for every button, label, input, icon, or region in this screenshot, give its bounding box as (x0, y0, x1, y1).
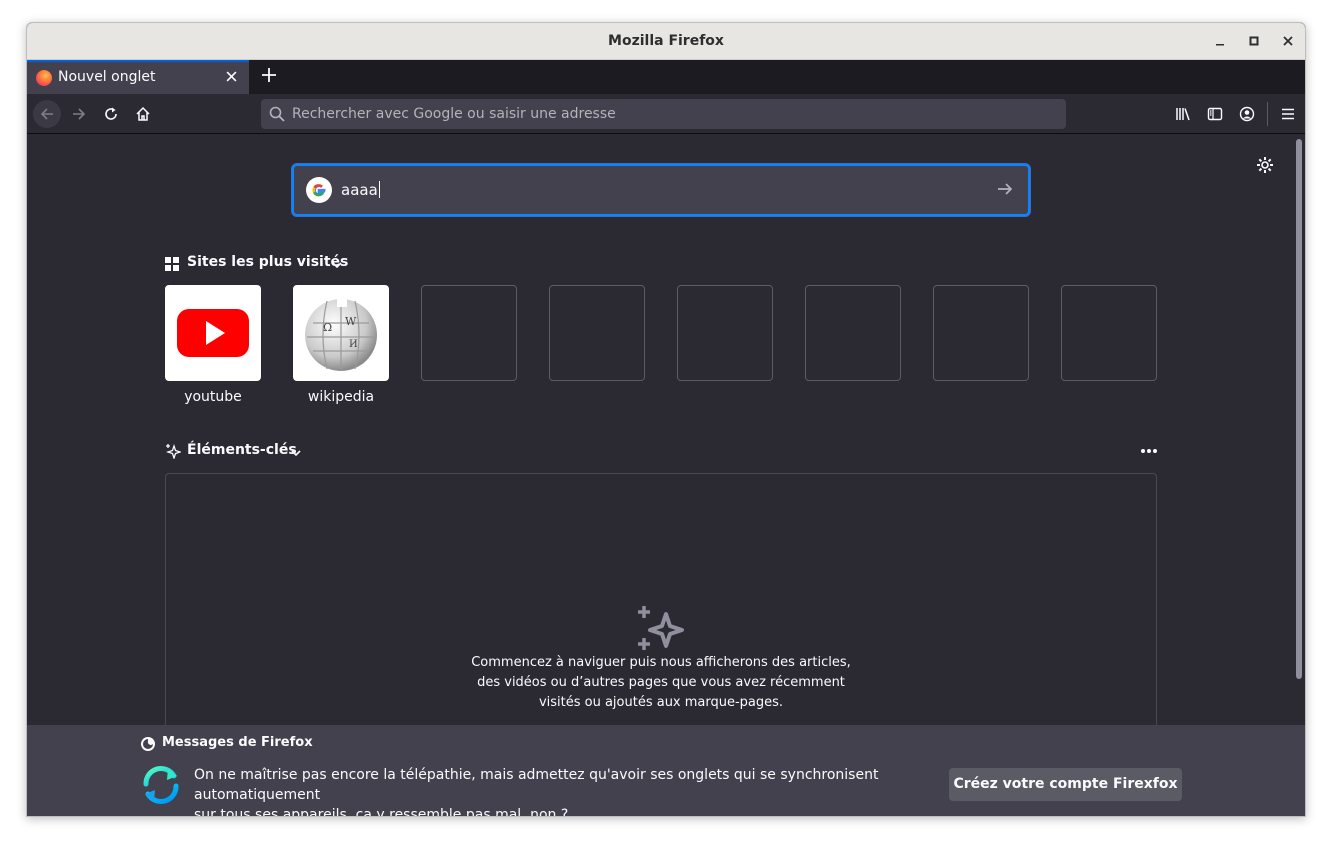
top-site-label: wikipedia (307, 389, 375, 405)
url-bar[interactable]: Rechercher avec Google ou saisir une adr… (261, 99, 1066, 129)
top-site-empty-slot[interactable] (805, 285, 901, 381)
close-icon (1283, 36, 1293, 46)
tab-new-tab[interactable]: Nouvel onglet (27, 60, 249, 94)
firefox-icon (36, 70, 52, 86)
scrollbar-thumb[interactable] (1296, 139, 1302, 679)
wikipedia-globe-icon: Ω W И (305, 299, 377, 371)
maximize-icon (1249, 36, 1259, 46)
maximize-button[interactable] (1244, 32, 1264, 52)
minimize-button[interactable] (1210, 32, 1230, 52)
top-site-wikipedia[interactable]: Ω W И (293, 285, 389, 381)
firefox-logo-icon (140, 736, 156, 756)
close-icon (226, 71, 236, 82)
highlights-title[interactable]: Éléments-clés (187, 442, 297, 458)
account-button[interactable] (1233, 100, 1261, 128)
browser-window: Mozilla Firefox Nouvel onglet Rechercher… (26, 22, 1306, 817)
arrow-right-icon (998, 183, 1013, 195)
search-input[interactable]: aaaa (341, 181, 380, 199)
tab-bar: Nouvel onglet (27, 60, 1305, 94)
home-icon (136, 106, 150, 121)
messages-body: On ne maîtrise pas encore la télépathie,… (194, 765, 934, 817)
top-site-label: youtube (184, 389, 242, 405)
gear-icon (1257, 157, 1273, 173)
close-window-button[interactable] (1278, 32, 1298, 52)
top-site-empty-slot[interactable] (677, 285, 773, 381)
ellipsis-icon (1141, 449, 1157, 453)
top-site-empty-slot[interactable] (1061, 285, 1157, 381)
vertical-scrollbar[interactable] (1293, 135, 1305, 725)
back-button[interactable] (33, 100, 61, 128)
url-bar-placeholder: Rechercher avec Google ou saisir une adr… (292, 106, 616, 122)
top-site-empty-slot[interactable] (933, 285, 1029, 381)
messages-title: Messages de Firefox (162, 735, 313, 750)
hamburger-menu-icon (1282, 108, 1294, 120)
library-icon (1176, 108, 1190, 121)
new-tab-page: aaaa Sites les plus visités youtube Ω W … (27, 135, 1295, 733)
svg-text:Ω: Ω (323, 321, 332, 334)
window-title: Mozilla Firefox (608, 33, 724, 49)
personalize-button[interactable] (1255, 155, 1275, 175)
tab-label: Nouvel onglet (58, 69, 156, 85)
create-account-button[interactable]: Créez votre compte Firexfox (949, 768, 1182, 801)
tab-close-button[interactable] (221, 67, 241, 87)
account-icon (1239, 106, 1255, 122)
arrow-left-icon (40, 108, 53, 120)
google-icon (306, 177, 332, 203)
svg-text:W: W (345, 315, 357, 328)
sync-icon (138, 762, 184, 812)
home-button[interactable] (129, 100, 157, 128)
library-button[interactable] (1169, 100, 1197, 128)
plus-icon (262, 68, 276, 82)
sparkles-icon (636, 604, 688, 656)
highlights-empty-text-line: visités ou ajoutés aux marque-pages. (538, 695, 784, 710)
minimize-icon (1216, 44, 1224, 46)
sidebar-button[interactable] (1201, 100, 1229, 128)
forward-button[interactable] (65, 100, 93, 128)
toolbar-separator (1267, 102, 1268, 126)
search-submit-button[interactable] (996, 180, 1014, 202)
menu-button[interactable] (1274, 100, 1302, 128)
svg-text:И: И (349, 339, 358, 350)
youtube-icon (177, 309, 249, 357)
highlights-empty-state: Commencez à naviguer puis nous affichero… (165, 473, 1157, 733)
arrow-right-icon (73, 108, 86, 120)
navigation-toolbar: Rechercher avec Google ou saisir une adr… (27, 94, 1305, 134)
chevron-down-icon[interactable] (331, 256, 343, 275)
highlights-sparkle-icon (165, 443, 183, 463)
messages-body-line: On ne maîtrise pas encore la télépathie,… (194, 767, 879, 803)
sidebar-icon (1207, 107, 1223, 121)
title-bar: Mozilla Firefox (27, 23, 1305, 60)
reload-button[interactable] (97, 100, 125, 128)
more-options-button[interactable] (1139, 443, 1159, 457)
new-tab-button[interactable] (257, 64, 281, 88)
top-sites-title[interactable]: Sites les plus visités (187, 254, 348, 270)
search-box[interactable]: aaaa (292, 164, 1030, 216)
top-site-empty-slot[interactable] (549, 285, 645, 381)
messages-body-line: sur tous ses appareils, ça y ressemble p… (194, 807, 569, 817)
grid-icon (165, 256, 179, 271)
chevron-down-icon[interactable] (290, 444, 302, 463)
highlights-empty-text-line: Commencez à naviguer puis nous affichero… (471, 655, 851, 670)
firefox-messages-panel: Messages de Firefox On ne maîtrise pas e… (27, 725, 1305, 817)
top-site-youtube[interactable] (165, 285, 261, 381)
top-site-empty-slot[interactable] (421, 285, 517, 381)
search-icon (269, 106, 285, 122)
highlights-empty-text-line: des vidéos ou d’autres pages que vous av… (477, 675, 845, 690)
reload-icon (105, 107, 117, 120)
